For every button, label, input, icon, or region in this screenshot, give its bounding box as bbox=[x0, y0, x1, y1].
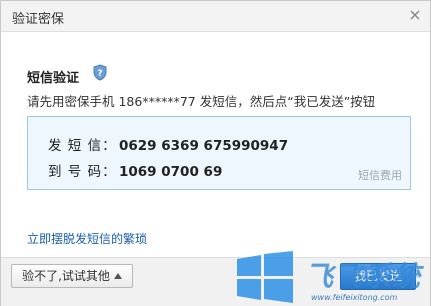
dialog-footer: 验不了,试试其他 我已发送 bbox=[1, 257, 430, 306]
try-other-method-label: 验不了,试试其他 bbox=[22, 269, 110, 283]
caret-up-icon bbox=[113, 273, 122, 279]
sms-number-label: 到 号 码： bbox=[48, 164, 117, 180]
sms-number-row: 到 号 码： 1069 0700 69 bbox=[48, 160, 222, 180]
shield-question-icon: ? bbox=[93, 64, 107, 81]
sms-verify-heading: 短信验证 bbox=[27, 71, 80, 86]
title-bar: 验证密保 bbox=[1, 1, 430, 32]
sms-info-box: 发 短 信： 0629 6369 675990947 到 号 码： 1069 070… bbox=[27, 116, 411, 190]
sms-content-label: 发 短 信： bbox=[48, 138, 117, 154]
try-other-method-button[interactable]: 验不了,试试其他 bbox=[11, 264, 133, 288]
instruction-text: 请先用密保手机 186******77 发短信，然后点“我已发送”按钮 bbox=[27, 94, 376, 109]
svg-text:?: ? bbox=[97, 69, 102, 79]
dialog-title: 验证密保 bbox=[12, 12, 65, 27]
sms-fee-note: 短信费用 bbox=[358, 169, 402, 182]
sms-content-value: 0629 6369 675990947 bbox=[119, 138, 289, 154]
sent-confirm-button[interactable]: 我已发送 bbox=[340, 263, 416, 290]
sms-content-row: 发 短 信： 0629 6369 675990947 bbox=[48, 134, 288, 154]
verify-security-dialog: 验证密保 短信验证 ? 请先用密保手机 186******77 发短信，然后点“… bbox=[0, 0, 431, 306]
skip-sms-link[interactable]: 立即摆脱发短信的繁琐 bbox=[27, 230, 147, 247]
close-icon[interactable] bbox=[406, 6, 424, 24]
sms-number-value: 1069 0700 69 bbox=[119, 164, 223, 180]
